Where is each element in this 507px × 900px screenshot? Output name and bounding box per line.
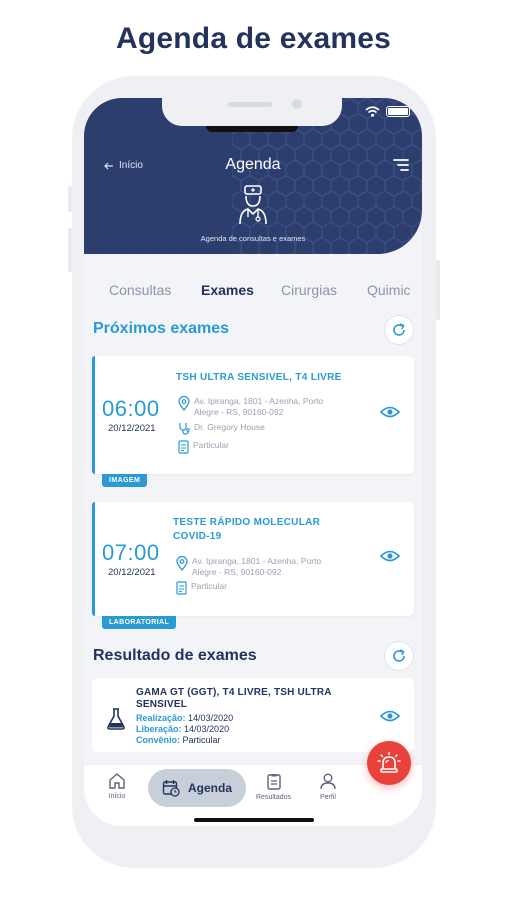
calendar-icon [162, 780, 180, 797]
menu-icon[interactable] [392, 158, 410, 172]
nav-agenda[interactable]: Agenda [148, 769, 246, 807]
tab-cirurgias[interactable]: Cirurgias [281, 282, 337, 298]
exam-address-line1: Av. Ipiranga, 1801 - Azenha, Porto [194, 396, 324, 406]
eye-icon[interactable] [380, 406, 400, 418]
phone-side-button [68, 186, 72, 212]
emergency-button[interactable] [367, 741, 411, 785]
nav-results-label: Resultados [256, 794, 292, 801]
exam-card[interactable]: 07:00 20/12/2021 TESTE RÁPIDO MOLECULAR … [92, 502, 414, 629]
document-icon [178, 440, 189, 454]
exam-date: 20/12/2021 [108, 423, 156, 434]
document-icon [176, 581, 187, 595]
refresh-icon [393, 323, 405, 336]
status-bar [365, 106, 410, 117]
refresh-results-button[interactable] [384, 641, 414, 671]
convenio-value: Particular [182, 735, 221, 745]
wifi-icon [365, 106, 380, 117]
exam-date: 20/12/2021 [108, 567, 156, 578]
result-realizacao: Realização: 14/03/2020 [136, 713, 233, 723]
result-card[interactable]: GAMA GT (GGT), T4 LIVRE, TSH ULTRA SENSI… [92, 678, 414, 752]
exam-type-tag: IMAGEM [102, 474, 148, 487]
eye-icon[interactable] [380, 550, 400, 562]
exam-title-line1: TESTE RÁPIDO MOLECULAR [173, 517, 321, 528]
exam-address-line1: Av. Ipiranga, 1801 - Azenha, Porto [192, 556, 322, 566]
card-accent [92, 356, 95, 474]
exam-time: 06:00 [102, 396, 160, 421]
result-convenio: Convênio: Particular [136, 735, 221, 745]
promo-title: Agenda de exames [116, 22, 391, 55]
exam-coverage-label: Particular [193, 440, 229, 450]
nav-home-label: Início [108, 793, 126, 800]
tab-consultas[interactable]: Consultas [109, 282, 171, 298]
tab-exames[interactable]: Exames [201, 282, 254, 298]
phone-notch [162, 98, 342, 126]
exam-doctor: Dr. Gregory House [178, 422, 265, 435]
exam-doctor-name: Dr. Gregory House [194, 422, 265, 432]
phone-side-button [436, 260, 440, 320]
stethoscope-icon [179, 423, 190, 435]
exam-address-line2: Alegre - RS, 90160-092 [194, 407, 284, 417]
result-title-line1: GAMA GT (GGT), T4 LIVRE, TSH ULTRA [136, 687, 332, 698]
home-indicator [194, 818, 314, 822]
page-title: Agenda [225, 156, 281, 173]
liberacao-value: 14/03/2020 [184, 724, 230, 734]
card-accent [92, 502, 95, 616]
realizacao-label: Realização: [136, 713, 186, 723]
realizacao-value: 14/03/2020 [188, 713, 234, 723]
exam-time: 07:00 [102, 540, 160, 565]
convenio-label: Convênio: [136, 735, 180, 745]
header-subtitle: Agenda de consultas e exames [200, 234, 306, 243]
exam-coverage: Particular [176, 581, 227, 595]
nav-profile-label: Perfil [320, 794, 336, 801]
nav-profile[interactable]: Perfil [320, 773, 336, 801]
nav-agenda-label: Agenda [187, 781, 232, 795]
exam-title: TESTE RÁPIDO MOLECULAR COVID-19 [173, 516, 320, 544]
result-liberacao: Liberação: 14/03/2020 [136, 724, 229, 734]
phone-side-button [68, 228, 72, 272]
exam-title: TSH ULTRA SENSIVEL, T4 LIVRE [176, 372, 342, 383]
home-icon [109, 773, 125, 789]
result-title: GAMA GT (GGT), T4 LIVRE, TSH ULTRA SENSI… [136, 687, 366, 711]
exam-type-tag: LABORATORIAL [102, 616, 177, 629]
nav-results[interactable]: Resultados [256, 773, 291, 801]
refresh-upcoming-button[interactable] [384, 315, 414, 345]
results-icon [266, 774, 281, 790]
category-tabs: Consultas Exames Cirurgias Quimic [84, 282, 422, 302]
section-title-upcoming: Próximos exames [93, 320, 230, 337]
battery-icon [386, 106, 410, 117]
section-title-results: Resultado de exames [93, 647, 257, 664]
result-title-line2: SENSIVEL [136, 699, 188, 710]
user-icon [320, 773, 336, 790]
notch-shadow [206, 126, 298, 132]
exam-coverage-label: Particular [191, 581, 227, 591]
exam-address-line2: Alegre - RS, 90160-092 [192, 567, 282, 577]
camera [292, 99, 302, 109]
flask-icon [107, 708, 125, 730]
exam-coverage: Particular [178, 440, 229, 454]
siren-icon [377, 751, 401, 773]
exam-title-line2: COVID-19 [173, 531, 222, 542]
refresh-icon [393, 649, 405, 662]
location-pin-icon [178, 396, 190, 411]
app-screen: Início Agenda Agenda de consultas e exam… [84, 98, 422, 826]
exam-address: Av. Ipiranga, 1801 - Azenha, Porto Alegre… [176, 556, 321, 578]
tab-quimio[interactable]: Quimic [367, 282, 411, 298]
liberacao-label: Liberação: [136, 724, 182, 734]
exam-address: Av. Ipiranga, 1801 - Azenha, Porto Alegre… [178, 396, 323, 418]
eye-icon[interactable] [380, 710, 400, 722]
speaker [228, 102, 272, 107]
location-pin-icon [176, 556, 188, 571]
nav-home[interactable]: Início [108, 773, 126, 800]
exam-card[interactable]: 06:00 20/12/2021 TSH ULTRA SENSIVEL, T4 … [92, 356, 414, 487]
doctor-icon [239, 185, 267, 225]
